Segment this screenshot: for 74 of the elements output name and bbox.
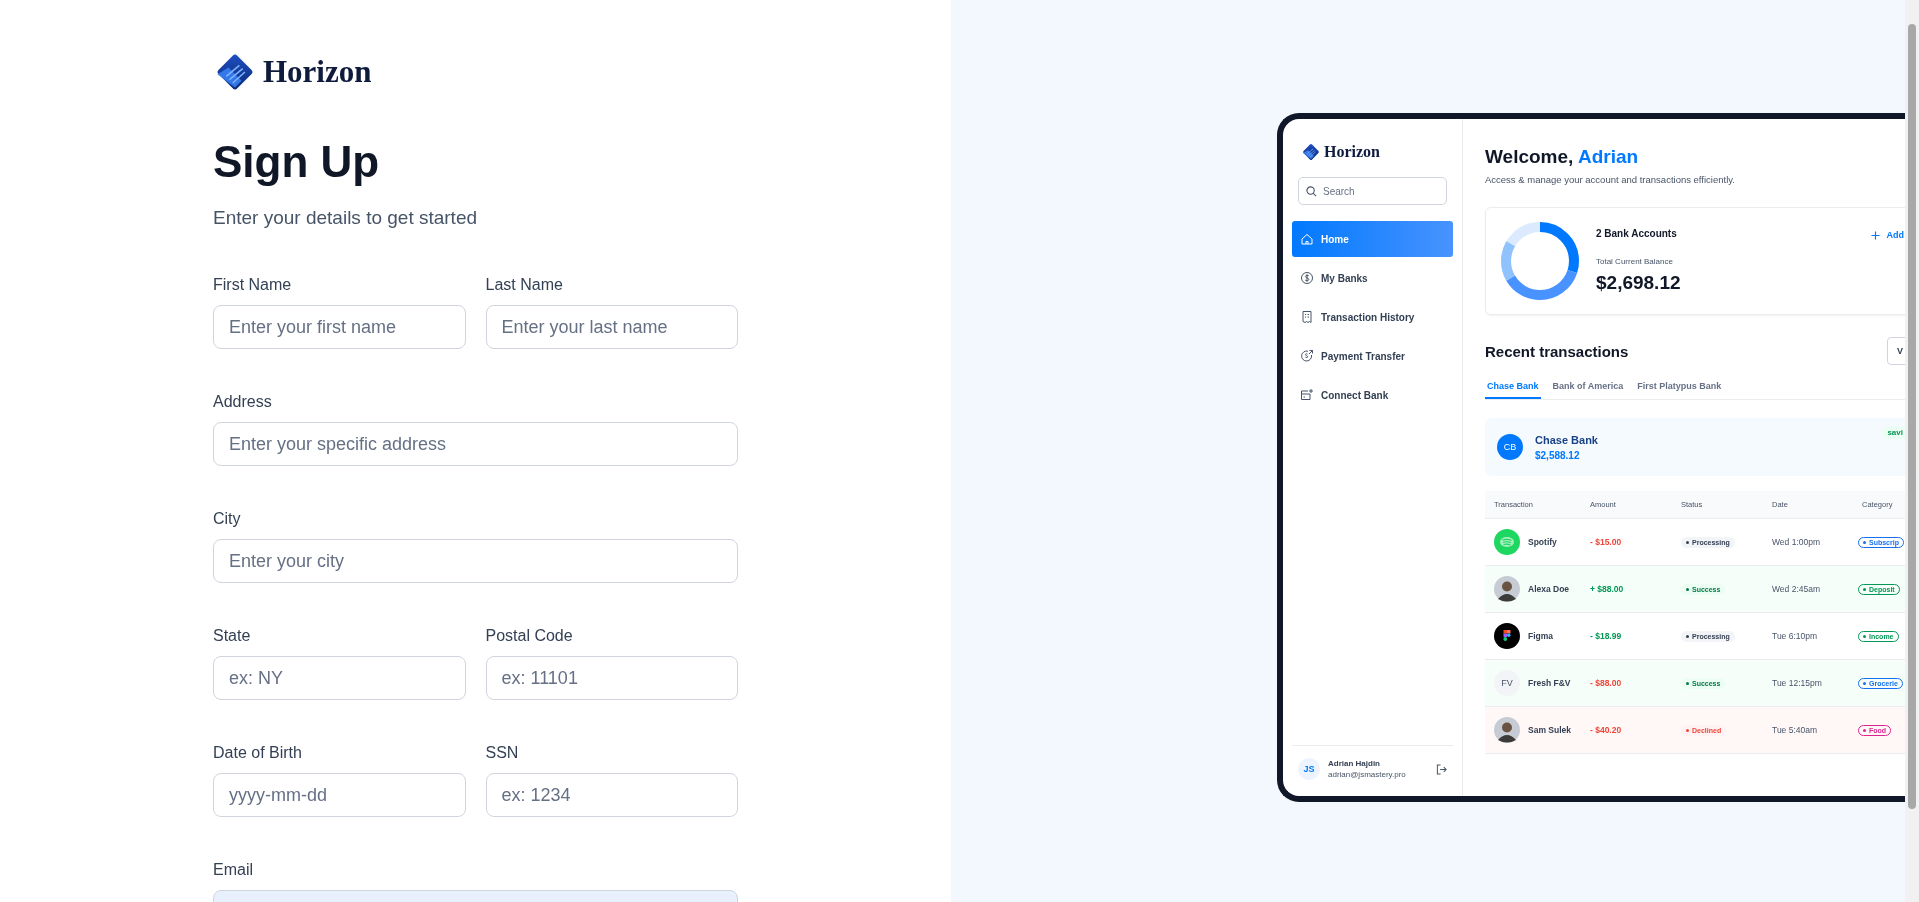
scrollbar[interactable] <box>1905 0 1919 902</box>
input-field[interactable]: Enter your specific address <box>213 422 738 466</box>
brand-name: Horizon <box>1324 143 1380 161</box>
page-title: Sign Up <box>213 136 381 188</box>
transaction-date: Tue 5:40am <box>1772 725 1818 735</box>
search-field[interactable]: Search <box>1298 177 1447 205</box>
input-field[interactable]: yyyy-mm-dd <box>213 773 466 817</box>
transaction-amount: - $88.00 <box>1590 678 1622 688</box>
input-field[interactable]: Enter your last name <box>485 305 738 349</box>
user-name: Adrian Hajdin <box>1328 759 1381 768</box>
dollar-coin-icon <box>1300 271 1314 285</box>
plus-icon <box>1870 230 1880 240</box>
transaction-name: Sam Sulek <box>1528 725 1571 735</box>
field-label: Postal Code <box>485 626 574 646</box>
balance-amount: $2,698.12 <box>1596 272 1682 294</box>
nav-item[interactable]: Connect Bank <box>1292 377 1453 413</box>
transaction-date: Tue 6:10pm <box>1772 631 1818 641</box>
transaction-amount: - $18.99 <box>1590 631 1622 641</box>
input-field[interactable]: ex: 11101 <box>485 656 738 700</box>
add-bank-link[interactable]: Add <box>1870 230 1904 240</box>
logout-icon[interactable] <box>1436 763 1447 775</box>
input-field[interactable]: Enter your city <box>213 539 738 583</box>
transaction-amount: + $88.00 <box>1590 584 1624 594</box>
bank-tab[interactable]: First Platypus Bank <box>1635 377 1724 399</box>
field-label: Date of Birth <box>213 743 303 763</box>
transaction-amount: - $40.20 <box>1590 725 1622 735</box>
account-type-tag: savi <box>1882 426 1905 439</box>
transaction-date: Wed 2:45am <box>1772 584 1821 594</box>
balance-label: Total Current Balance <box>1596 257 1674 266</box>
initials-avatar: FV <box>1494 670 1520 696</box>
accounts-count: 2 Bank Accounts <box>1596 228 1678 239</box>
field-label: SSN <box>485 743 520 763</box>
nav-item[interactable]: Transaction History <box>1292 299 1453 335</box>
dollar-arrow-icon <box>1300 349 1314 363</box>
nav-item[interactable]: Home <box>1292 221 1453 257</box>
waves-logo-icon <box>1494 529 1520 555</box>
transaction-date: Tue 12:15pm <box>1772 678 1822 688</box>
brand-name: Horizon <box>263 54 372 90</box>
field-label: State <box>213 626 252 646</box>
transaction-name: Spotify <box>1528 537 1557 547</box>
search-icon <box>1306 185 1317 197</box>
nav-item[interactable]: My Banks <box>1292 260 1453 296</box>
receipt-icon <box>1300 310 1314 324</box>
home-icon <box>1300 232 1314 246</box>
field-label: Email <box>213 860 254 880</box>
transaction-name: Alexa Doe <box>1528 584 1570 594</box>
bank-name: Chase Bank <box>1535 433 1599 446</box>
card-plus-icon <box>1300 388 1314 402</box>
page-subtitle: Enter your details to get started <box>213 206 479 230</box>
transaction-name: Figma <box>1528 631 1554 641</box>
welcome-heading: Welcome, Adrian <box>1485 145 1640 169</box>
user-email: adrian@jsmastery.pro <box>1328 770 1407 779</box>
field-label: City <box>213 509 242 529</box>
field-label: First Name <box>213 275 293 295</box>
shapes-logo-icon <box>1494 623 1520 649</box>
person-avatar <box>1494 717 1520 743</box>
welcome-subtitle: Access & manage your account and transactions efficiently. <box>1485 174 1736 185</box>
bank-balance: $2,588.12 <box>1535 449 1581 461</box>
input-field[interactable]: ex: NY <box>213 656 466 700</box>
nav-item[interactable]: Payment Transfer <box>1292 338 1453 374</box>
transaction-amount: - $15.00 <box>1590 537 1622 547</box>
person-avatar <box>1494 576 1520 602</box>
field-label: Address <box>213 392 273 412</box>
scrollbar-thumb[interactable] <box>1908 24 1916 809</box>
transaction-name: Fresh F&V <box>1528 678 1571 688</box>
input-field[interactable]: ex: 1234 <box>485 773 738 817</box>
input-field[interactable]: Enter your first name <box>213 305 466 349</box>
initials-avatar: CB <box>1497 434 1523 460</box>
logo-avatar: JS <box>1298 758 1320 780</box>
field-label: Last Name <box>485 275 564 295</box>
bank-tab[interactable]: Bank of America <box>1550 377 1626 399</box>
section-title: Recent transactions <box>1485 342 1629 360</box>
transaction-date: Wed 1:00pm <box>1772 537 1821 547</box>
bank-tab[interactable]: Chase Bank <box>1485 377 1541 399</box>
